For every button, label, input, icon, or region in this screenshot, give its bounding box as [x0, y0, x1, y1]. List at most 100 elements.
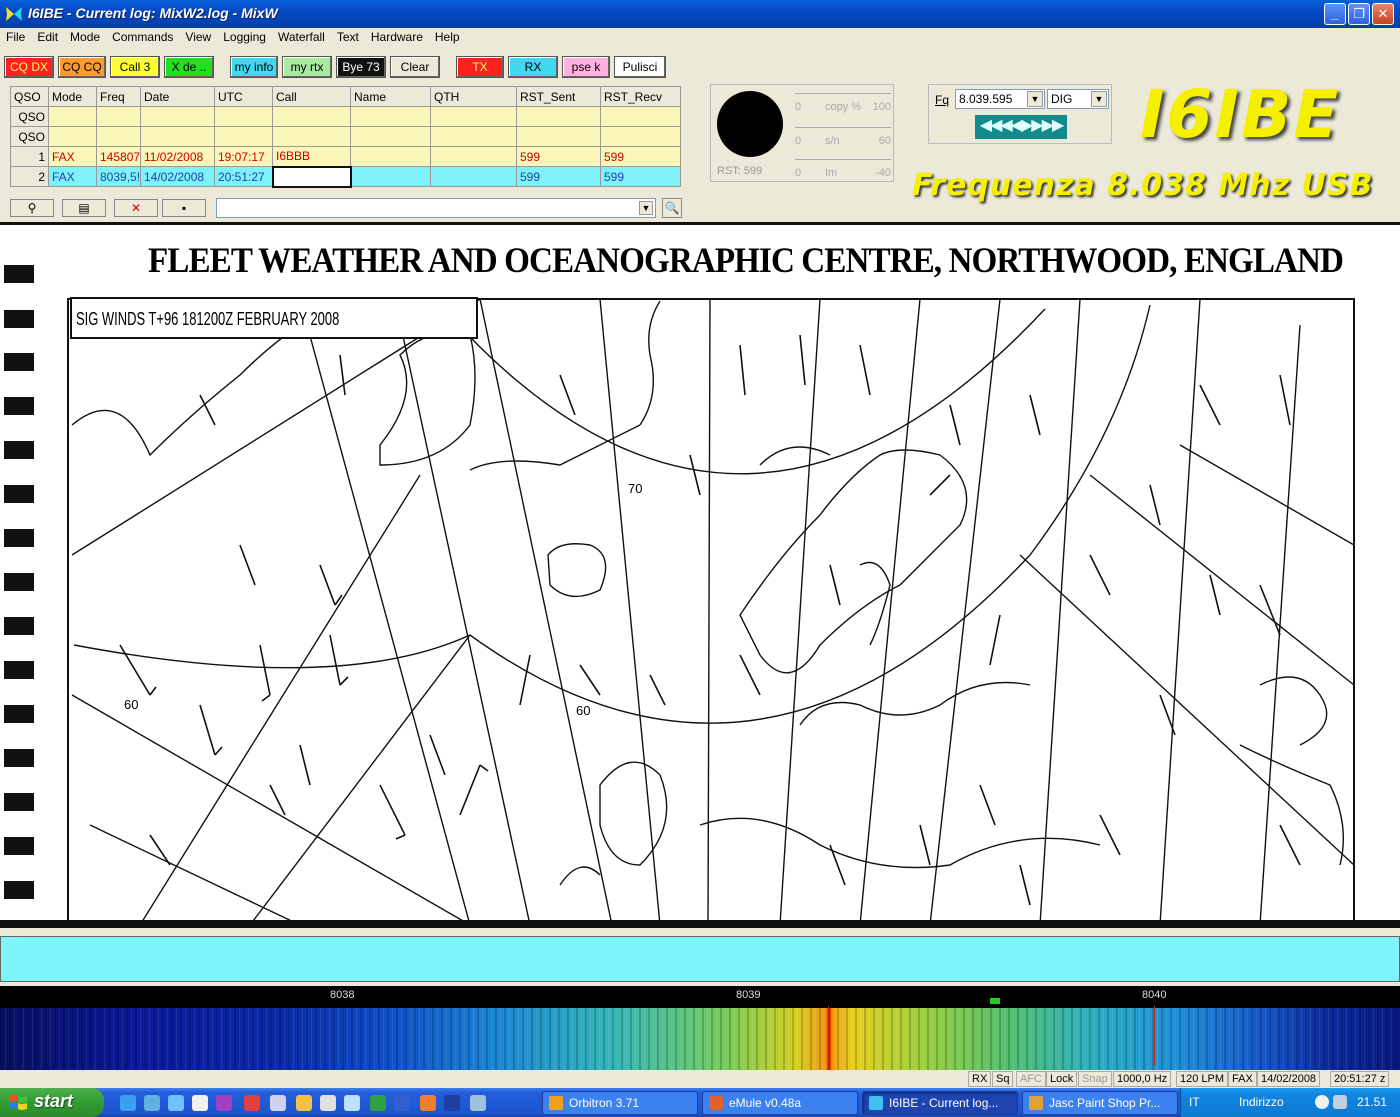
cell-date[interactable]: [140, 126, 215, 147]
status-afc[interactable]: AFC: [1016, 1071, 1046, 1087]
cell-utc[interactable]: [214, 106, 273, 127]
quicklaunch-icon[interactable]: [444, 1095, 460, 1111]
macro-my-info-button[interactable]: my info: [230, 56, 278, 78]
waterfall-display[interactable]: 8038 8039 8040: [0, 986, 1400, 1070]
col-name[interactable]: Name: [350, 86, 431, 107]
quicklaunch-icon[interactable]: [344, 1095, 360, 1111]
frequency-input[interactable]: 8.039.595 ▼: [955, 89, 1045, 109]
cell-qth[interactable]: [430, 166, 517, 187]
cell-call[interactable]: I6BBB: [272, 146, 351, 167]
status-snap[interactable]: Snap: [1078, 1071, 1112, 1087]
title-bar[interactable]: I6IBE - Current log: MixW2.log - MixW _ …: [0, 0, 1400, 28]
task-orbitron[interactable]: Orbitron 3.71: [542, 1091, 698, 1115]
macro-pse-k-button[interactable]: pse k: [562, 56, 610, 78]
menu-edit[interactable]: Edit: [31, 28, 64, 44]
task-paintshop[interactable]: Jasc Paint Shop Pr...: [1022, 1091, 1178, 1115]
cell-qth[interactable]: [430, 146, 517, 167]
quicklaunch-icon[interactable]: [470, 1095, 486, 1111]
status-lpm[interactable]: 120 LPM: [1176, 1071, 1229, 1087]
delete-button[interactable]: ✕: [114, 199, 158, 217]
save-button[interactable]: ▪: [162, 199, 206, 217]
task-emule[interactable]: eMule v0.48a: [702, 1091, 858, 1115]
quicklaunch-icon[interactable]: [244, 1095, 260, 1111]
col-qth[interactable]: QTH: [430, 86, 517, 107]
task-mixw[interactable]: I6IBE - Current log...: [862, 1091, 1018, 1115]
macro-cq-dx-button[interactable]: CQ DX: [4, 56, 54, 78]
cell-date[interactable]: 14/02/2008: [140, 166, 215, 187]
col-qso[interactable]: QSO: [10, 86, 49, 107]
binoculars-button[interactable]: ⚲: [10, 199, 54, 217]
menu-view[interactable]: View: [179, 28, 217, 44]
quicklaunch-icon[interactable]: [394, 1095, 410, 1111]
card-button[interactable]: ▤: [62, 199, 106, 217]
cell-name[interactable]: [350, 146, 431, 167]
cell-mode[interactable]: [48, 126, 97, 147]
macro-bye73-button[interactable]: Bye 73: [336, 56, 386, 78]
cell-rst-recv[interactable]: 599: [600, 166, 681, 187]
minimize-button[interactable]: _: [1324, 3, 1346, 25]
col-rst-recv[interactable]: RST_Recv: [600, 86, 681, 107]
waterfall-spectrum[interactable]: [0, 1008, 1400, 1070]
status-rx[interactable]: RX: [968, 1071, 992, 1087]
quicklaunch-icon[interactable]: [192, 1095, 208, 1111]
table-row[interactable]: QSO: [10, 126, 681, 147]
quicklaunch-icon[interactable]: [144, 1095, 160, 1111]
menu-file[interactable]: File: [0, 28, 31, 44]
start-button[interactable]: start: [0, 1088, 104, 1117]
macro-clear-button[interactable]: Clear: [390, 56, 440, 78]
cell-rst-recv[interactable]: [600, 126, 681, 147]
col-freq[interactable]: Freq: [96, 86, 141, 107]
cell-utc[interactable]: [214, 126, 273, 147]
cell-date[interactable]: 11/02/2008: [140, 146, 215, 167]
macro-my-rtx-button[interactable]: my rtx: [282, 56, 332, 78]
tx-button[interactable]: TX: [456, 56, 504, 78]
quicklaunch-icon[interactable]: [420, 1095, 436, 1111]
chevron-down-icon[interactable]: ▼: [1027, 91, 1043, 107]
quicklaunch-icon[interactable]: [370, 1095, 386, 1111]
log-search-input[interactable]: ▼: [216, 198, 656, 218]
quicklaunch-icon[interactable]: [216, 1095, 232, 1111]
cell-rst-sent[interactable]: [516, 126, 601, 147]
cell-rst-sent[interactable]: 599: [516, 146, 601, 167]
cell-qth[interactable]: [430, 126, 517, 147]
table-row[interactable]: QSO: [10, 106, 681, 127]
cell-mode[interactable]: [48, 106, 97, 127]
ie-icon[interactable]: [120, 1095, 136, 1111]
cell-mode[interactable]: FAX: [48, 146, 97, 167]
cell-rst-recv[interactable]: [600, 106, 681, 127]
tune-buttons[interactable]: ◀◀◀◀▶▶▶▶: [975, 115, 1067, 139]
menu-text[interactable]: Text: [331, 28, 365, 44]
col-mode[interactable]: Mode: [48, 86, 97, 107]
close-button[interactable]: ✕: [1372, 3, 1394, 25]
macro-cq-cq-button[interactable]: CQ CQ: [58, 56, 106, 78]
cell-freq[interactable]: 145807: [96, 146, 141, 167]
quicklaunch-icon[interactable]: [296, 1095, 312, 1111]
status-audio-freq[interactable]: 1000,0 Hz: [1113, 1071, 1172, 1087]
macro-call3-button[interactable]: Call 3: [110, 56, 160, 78]
cell-utc[interactable]: 20:51:27: [214, 166, 273, 187]
menu-hardware[interactable]: Hardware: [365, 28, 429, 44]
cell-name[interactable]: [350, 126, 431, 147]
menu-logging[interactable]: Logging: [217, 28, 272, 44]
col-rst-sent[interactable]: RST_Sent: [516, 86, 601, 107]
menu-commands[interactable]: Commands: [106, 28, 179, 44]
quicklaunch-icon[interactable]: [320, 1095, 336, 1111]
cell-utc[interactable]: 19:07:17: [214, 146, 273, 167]
cell-call-editing[interactable]: [271, 165, 352, 188]
network-icon[interactable]: [1315, 1095, 1329, 1109]
cell-rst-sent[interactable]: 599: [516, 166, 601, 187]
quicklaunch-icon[interactable]: [270, 1095, 286, 1111]
cell-call[interactable]: [272, 106, 351, 127]
cell-name[interactable]: [350, 166, 431, 187]
status-lock[interactable]: Lock: [1046, 1071, 1078, 1087]
rx-text-window[interactable]: [0, 936, 1400, 982]
cell-rst-sent[interactable]: [516, 106, 601, 127]
quicklaunch-icon[interactable]: [168, 1095, 184, 1111]
col-utc[interactable]: UTC: [214, 86, 273, 107]
table-row[interactable]: 2 FAX 8039,5! 14/02/2008 20:51:27 599 599: [10, 165, 681, 188]
status-sq[interactable]: Sq: [992, 1071, 1014, 1087]
menu-help[interactable]: Help: [429, 28, 466, 44]
cell-mode[interactable]: FAX: [48, 166, 97, 187]
col-date[interactable]: Date: [140, 86, 215, 107]
cell-freq[interactable]: 8039,5!: [96, 166, 141, 187]
